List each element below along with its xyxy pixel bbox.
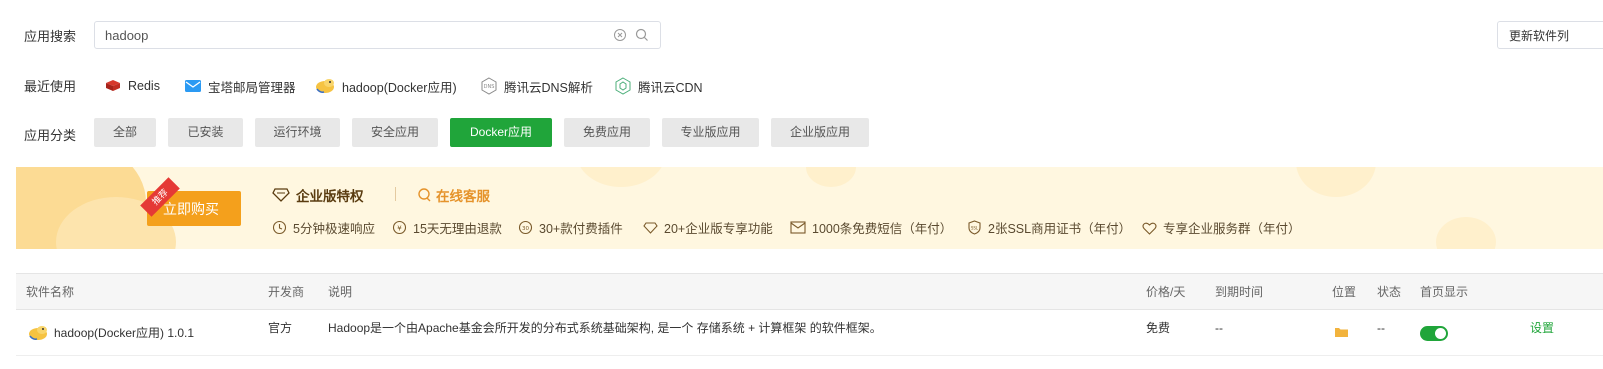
header-developer: 开发商 (268, 285, 305, 299)
feature-item: 专享企业服务群（年付） (1142, 218, 1301, 237)
hadoop-icon (29, 326, 47, 340)
table-row[interactable]: hadoop(Docker应用) 1.0.1 官方 Hadoop是一个由Apac… (16, 310, 1603, 356)
developer-cell: 官方 (268, 321, 293, 335)
feature-item: 20+企业版专享功能 (643, 218, 773, 237)
category-pro[interactable]: 专业版应用 (662, 118, 759, 147)
search-icon[interactable] (635, 28, 649, 42)
recent-item-redis[interactable]: Redis (104, 77, 160, 95)
fast-response-icon (272, 220, 287, 235)
software-name-cell: hadoop(Docker应用) 1.0.1 (26, 310, 194, 356)
update-software-list-button[interactable]: 更新软件列 (1497, 21, 1603, 49)
recent-item-hadoop[interactable]: hadoop(Docker应用) (314, 77, 457, 95)
mail-icon (184, 77, 202, 95)
recent-item-label: Redis (128, 79, 160, 93)
feature-label: 30+款付费插件 (539, 222, 623, 236)
header-name: 软件名称 (26, 285, 75, 299)
recent-item-label: hadoop(Docker应用) (342, 80, 457, 95)
recent-item-tencent-dns[interactable]: DNS 腾讯云DNS解析 (480, 77, 593, 95)
description-cell: Hadoop是一个由Apache基金会所开发的分布式系统基础架构, 是一个 存储… (328, 321, 882, 335)
table-header: 软件名称 开发商 说明 价格/天 到期时间 位置 状态 首页显示 (16, 274, 1603, 310)
status-cell: -- (1377, 321, 1385, 335)
feature-label: 15天无理由退款 (413, 222, 502, 236)
category-security[interactable]: 安全应用 (352, 118, 438, 147)
header-expire: 到期时间 (1215, 285, 1264, 299)
hadoop-icon (314, 77, 336, 95)
header-description: 说明 (328, 285, 353, 299)
recent-item-label: 腾讯云DNS解析 (504, 80, 593, 95)
banner-decoration (576, 167, 666, 187)
search-input[interactable] (95, 22, 595, 48)
enterprise-privilege-title: 企业版特权 (272, 185, 364, 205)
svg-text:SSL: SSL (971, 226, 979, 231)
svg-text:30: 30 (522, 226, 529, 232)
banner-decoration (1296, 167, 1376, 197)
feature-label: 1000条免费短信（年付） (812, 222, 953, 236)
header-homepage: 首页显示 (1420, 285, 1469, 299)
online-service-label: 在线客服 (436, 189, 490, 204)
enterprise-privilege-label: 企业版特权 (296, 189, 364, 204)
category-docker[interactable]: Docker应用 (450, 118, 552, 147)
diamond-icon (643, 222, 658, 234)
recent-item-mail[interactable]: 宝塔邮局管理器 (184, 77, 296, 95)
refund-icon: ¥ (392, 220, 407, 235)
online-service-link[interactable]: 在线客服 (416, 185, 490, 205)
feature-item: ¥ 15天无理由退款 (392, 218, 502, 237)
feature-item: 30 30+款付费插件 (518, 218, 623, 237)
header-price: 价格/天 (1146, 285, 1186, 299)
plugin-icon: 30 (518, 220, 533, 235)
folder-icon[interactable] (1334, 326, 1349, 341)
software-name: hadoop(Docker应用) 1.0.1 (54, 326, 195, 340)
settings-link[interactable]: 设置 (1530, 310, 1554, 346)
price-cell: 免费 (1146, 321, 1171, 335)
diamond-icon (272, 188, 290, 202)
search-label: 应用搜索 (24, 29, 77, 44)
category-runtime[interactable]: 运行环境 (255, 118, 340, 147)
ssl-icon: SSL (968, 220, 981, 235)
svg-text:DNS: DNS (484, 84, 495, 90)
banner-decoration (1436, 217, 1496, 249)
homepage-toggle[interactable] (1420, 326, 1448, 341)
category-free[interactable]: 免费应用 (564, 118, 650, 147)
sms-icon (790, 221, 806, 234)
header-location: 位置 (1332, 285, 1357, 299)
feature-label: 2张SSL商用证书（年付） (988, 222, 1132, 236)
banner-decoration (806, 167, 856, 187)
search-box[interactable] (94, 21, 661, 49)
category-all[interactable]: 全部 (94, 118, 156, 147)
recent-item-tencent-cdn[interactable]: 腾讯云CDN (614, 77, 703, 95)
recent-item-label: 宝塔邮局管理器 (208, 80, 296, 95)
heart-icon (1142, 222, 1157, 235)
recent-label: 最近使用 (24, 79, 77, 94)
svg-text:¥: ¥ (397, 225, 402, 233)
cdn-icon (614, 77, 632, 95)
dns-icon: DNS (480, 77, 498, 95)
expire-cell: -- (1215, 321, 1223, 335)
feature-label: 5分钟极速响应 (293, 222, 375, 236)
category-label: 应用分类 (24, 128, 77, 143)
feature-item: SSL 2张SSL商用证书（年付） (967, 218, 1131, 237)
feature-label: 20+企业版专享功能 (664, 222, 773, 236)
feature-item: 5分钟极速响应 (272, 218, 375, 237)
feature-label: 专享企业服务群（年付） (1163, 222, 1301, 236)
buy-now-label: 立即购买 (163, 200, 219, 217)
header-status: 状态 (1377, 285, 1402, 299)
redis-icon (104, 77, 122, 95)
banner-divider (395, 187, 396, 201)
clear-icon[interactable] (613, 28, 627, 42)
chat-icon (418, 188, 431, 202)
recent-item-label: 腾讯云CDN (638, 80, 703, 95)
feature-item: 1000条免费短信（年付） (790, 218, 952, 237)
category-installed[interactable]: 已安装 (168, 118, 243, 147)
software-table: 软件名称 开发商 说明 价格/天 到期时间 位置 状态 首页显示 hadoop(… (16, 273, 1603, 356)
category-enterprise[interactable]: 企业版应用 (771, 118, 869, 147)
